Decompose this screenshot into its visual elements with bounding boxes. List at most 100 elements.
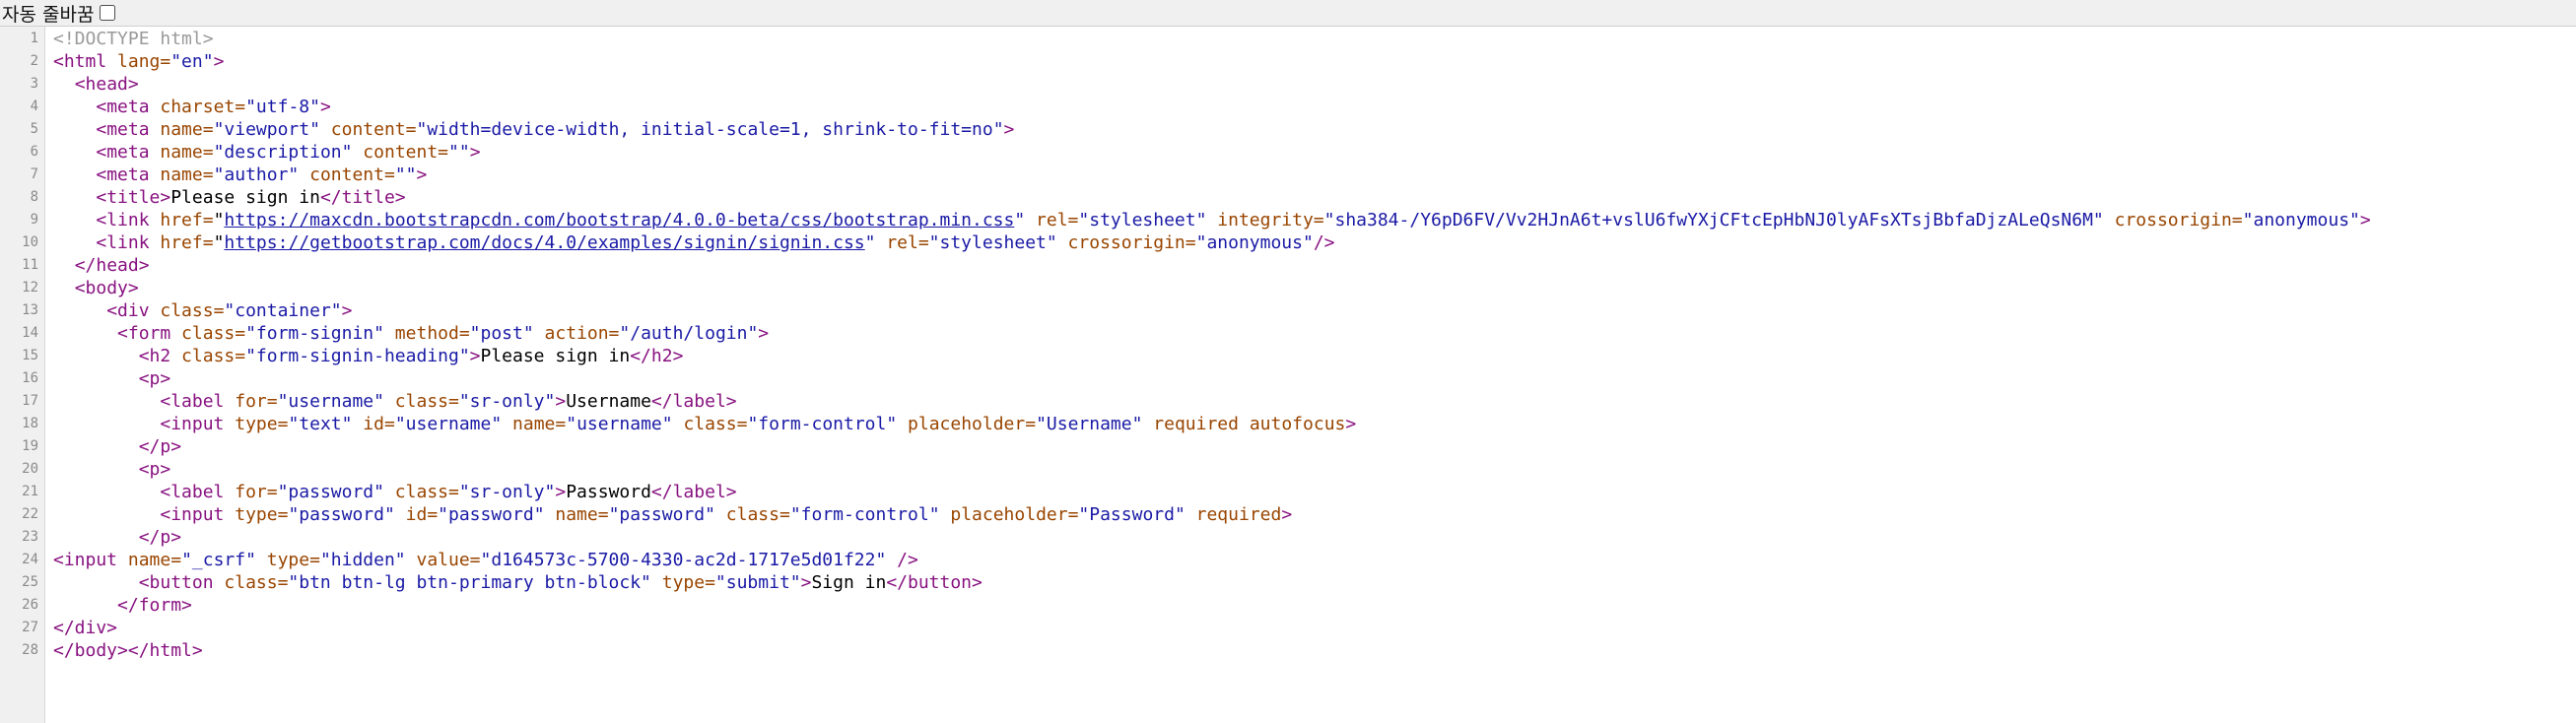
source-token: "form-control" [789, 504, 940, 525]
source-token: > [319, 97, 331, 117]
source-line: <link href="https://getbootstrap.com/doc… [53, 231, 2576, 254]
source-token: </p> [138, 527, 182, 548]
source-token: </p> [138, 436, 182, 457]
source-token: "password" [277, 482, 384, 502]
source-token: "password" [608, 504, 715, 525]
source-token: <!DOCTYPE html> [53, 29, 214, 49]
source-token: autofocus [1239, 414, 1346, 434]
source-token: "username" [277, 391, 384, 412]
source-token: class= [170, 346, 246, 366]
source-token [53, 164, 96, 185]
source-token: " [1014, 210, 1026, 230]
source-token: <button [138, 572, 214, 593]
source-token: </body> [53, 640, 128, 661]
source-token: "en" [170, 51, 214, 72]
source-line: <input name="_csrf" type="hidden" value=… [53, 549, 2576, 571]
source-token: "sr-only" [458, 482, 556, 502]
source-line: <label for="password" class="sr-only">Pa… [53, 481, 2576, 503]
source-token: </h2> [630, 346, 684, 366]
source-token: </head> [74, 255, 150, 276]
source-token: > [416, 164, 428, 185]
line-wrap-checkbox[interactable] [100, 5, 116, 21]
source-token: <label [160, 391, 225, 412]
source-token [53, 142, 96, 163]
source-token: name= [117, 550, 182, 570]
line-number: 16 [22, 370, 38, 386]
source-token: > [1281, 504, 1293, 525]
source-token: class= [672, 414, 748, 434]
source-token [53, 187, 96, 208]
line-wrap-toggle[interactable]: 자동 줄바꿈 [0, 0, 116, 27]
source-token: /> [1313, 232, 1335, 253]
source-token: </div> [53, 618, 118, 638]
source-token: method= [383, 323, 470, 344]
source-token: "username" [566, 414, 673, 434]
source-token: <label [160, 482, 225, 502]
source-token [53, 572, 139, 593]
line-number: 15 [22, 348, 38, 363]
source-token: <h2 [138, 346, 171, 366]
source-line: </body></html> [53, 639, 2576, 662]
source-token [53, 459, 139, 480]
line-number: 17 [22, 393, 38, 409]
source-line: <body> [53, 277, 2576, 299]
source-token: "viewport" [213, 119, 320, 140]
source-token: > [555, 391, 567, 412]
source-link[interactable]: https://getbootstrap.com/docs/4.0/exampl… [224, 232, 864, 253]
source-token: "text" [288, 414, 353, 434]
source-token: "anonymous" [1195, 232, 1314, 253]
source-line: <button class="btn btn-lg btn-primary bt… [53, 571, 2576, 594]
source-token [53, 368, 139, 389]
source-line: <meta charset="utf-8"> [53, 96, 2576, 118]
source-link[interactable]: https://maxcdn.bootstrapcdn.com/bootstra… [224, 210, 1014, 230]
source-line: <label for="username" class="sr-only">Us… [53, 390, 2576, 413]
line-wrap-label: 자동 줄바꿈 [2, 3, 95, 26]
source-token: > [800, 572, 812, 593]
source-token: <input [160, 414, 225, 434]
source-token: action= [533, 323, 620, 344]
line-number: 28 [22, 642, 38, 658]
source-token: " [213, 210, 225, 230]
source-token: rel= [1025, 210, 1079, 230]
source-token: "container" [224, 300, 342, 321]
source-token: </label> [650, 482, 737, 502]
source-token: "/auth/login" [619, 323, 759, 344]
source-token: <head> [74, 74, 139, 95]
source-token: </html> [127, 640, 203, 661]
line-number: 10 [22, 234, 38, 250]
source-token: id= [394, 504, 439, 525]
source-token: href= [149, 210, 214, 230]
source-token: "sha384-/Y6pD6FV/Vv2HJnA6t+vslU6fwYXjCFt… [1323, 210, 2104, 230]
source-token: "btn btn-lg btn-primary btn-block" [288, 572, 651, 593]
source-line: <link href="https://maxcdn.bootstrapcdn.… [53, 209, 2576, 231]
source-token: lang= [106, 51, 171, 72]
source-token [53, 414, 160, 434]
source-token: > [341, 300, 353, 321]
source-token: Password [566, 482, 651, 502]
source-token: <link [96, 210, 150, 230]
source-line: <p> [53, 458, 2576, 481]
source-token: <meta [96, 119, 150, 140]
source-token: > [2359, 210, 2371, 230]
source-token: for= [224, 391, 278, 412]
source-viewer: 1 2 3 4 5 6 7 8 9 10 11 12 13 14 15 16 17 18 19 20 21 22 23 24 2… [0, 27, 2576, 723]
source-token: id= [352, 414, 395, 434]
source-token: for= [224, 482, 278, 502]
source-token: name= [544, 504, 609, 525]
source-token: required [1142, 414, 1239, 434]
source-token: name= [502, 414, 567, 434]
source-token: "sr-only" [458, 391, 556, 412]
source-line: <meta name="author" content=""> [53, 164, 2576, 186]
source-token: "post" [469, 323, 534, 344]
source-token: > [469, 142, 481, 163]
source-token [53, 595, 117, 616]
source-token: "stylesheet" [1078, 210, 1207, 230]
source-line: </p> [53, 435, 2576, 458]
source-token [53, 436, 139, 457]
line-number: 9 [30, 212, 38, 228]
source-token [53, 300, 106, 321]
source-token: placeholder= [897, 414, 1037, 434]
source-token: "username" [394, 414, 503, 434]
source-token: placeholder= [939, 504, 1079, 525]
line-number: 4 [30, 99, 38, 114]
